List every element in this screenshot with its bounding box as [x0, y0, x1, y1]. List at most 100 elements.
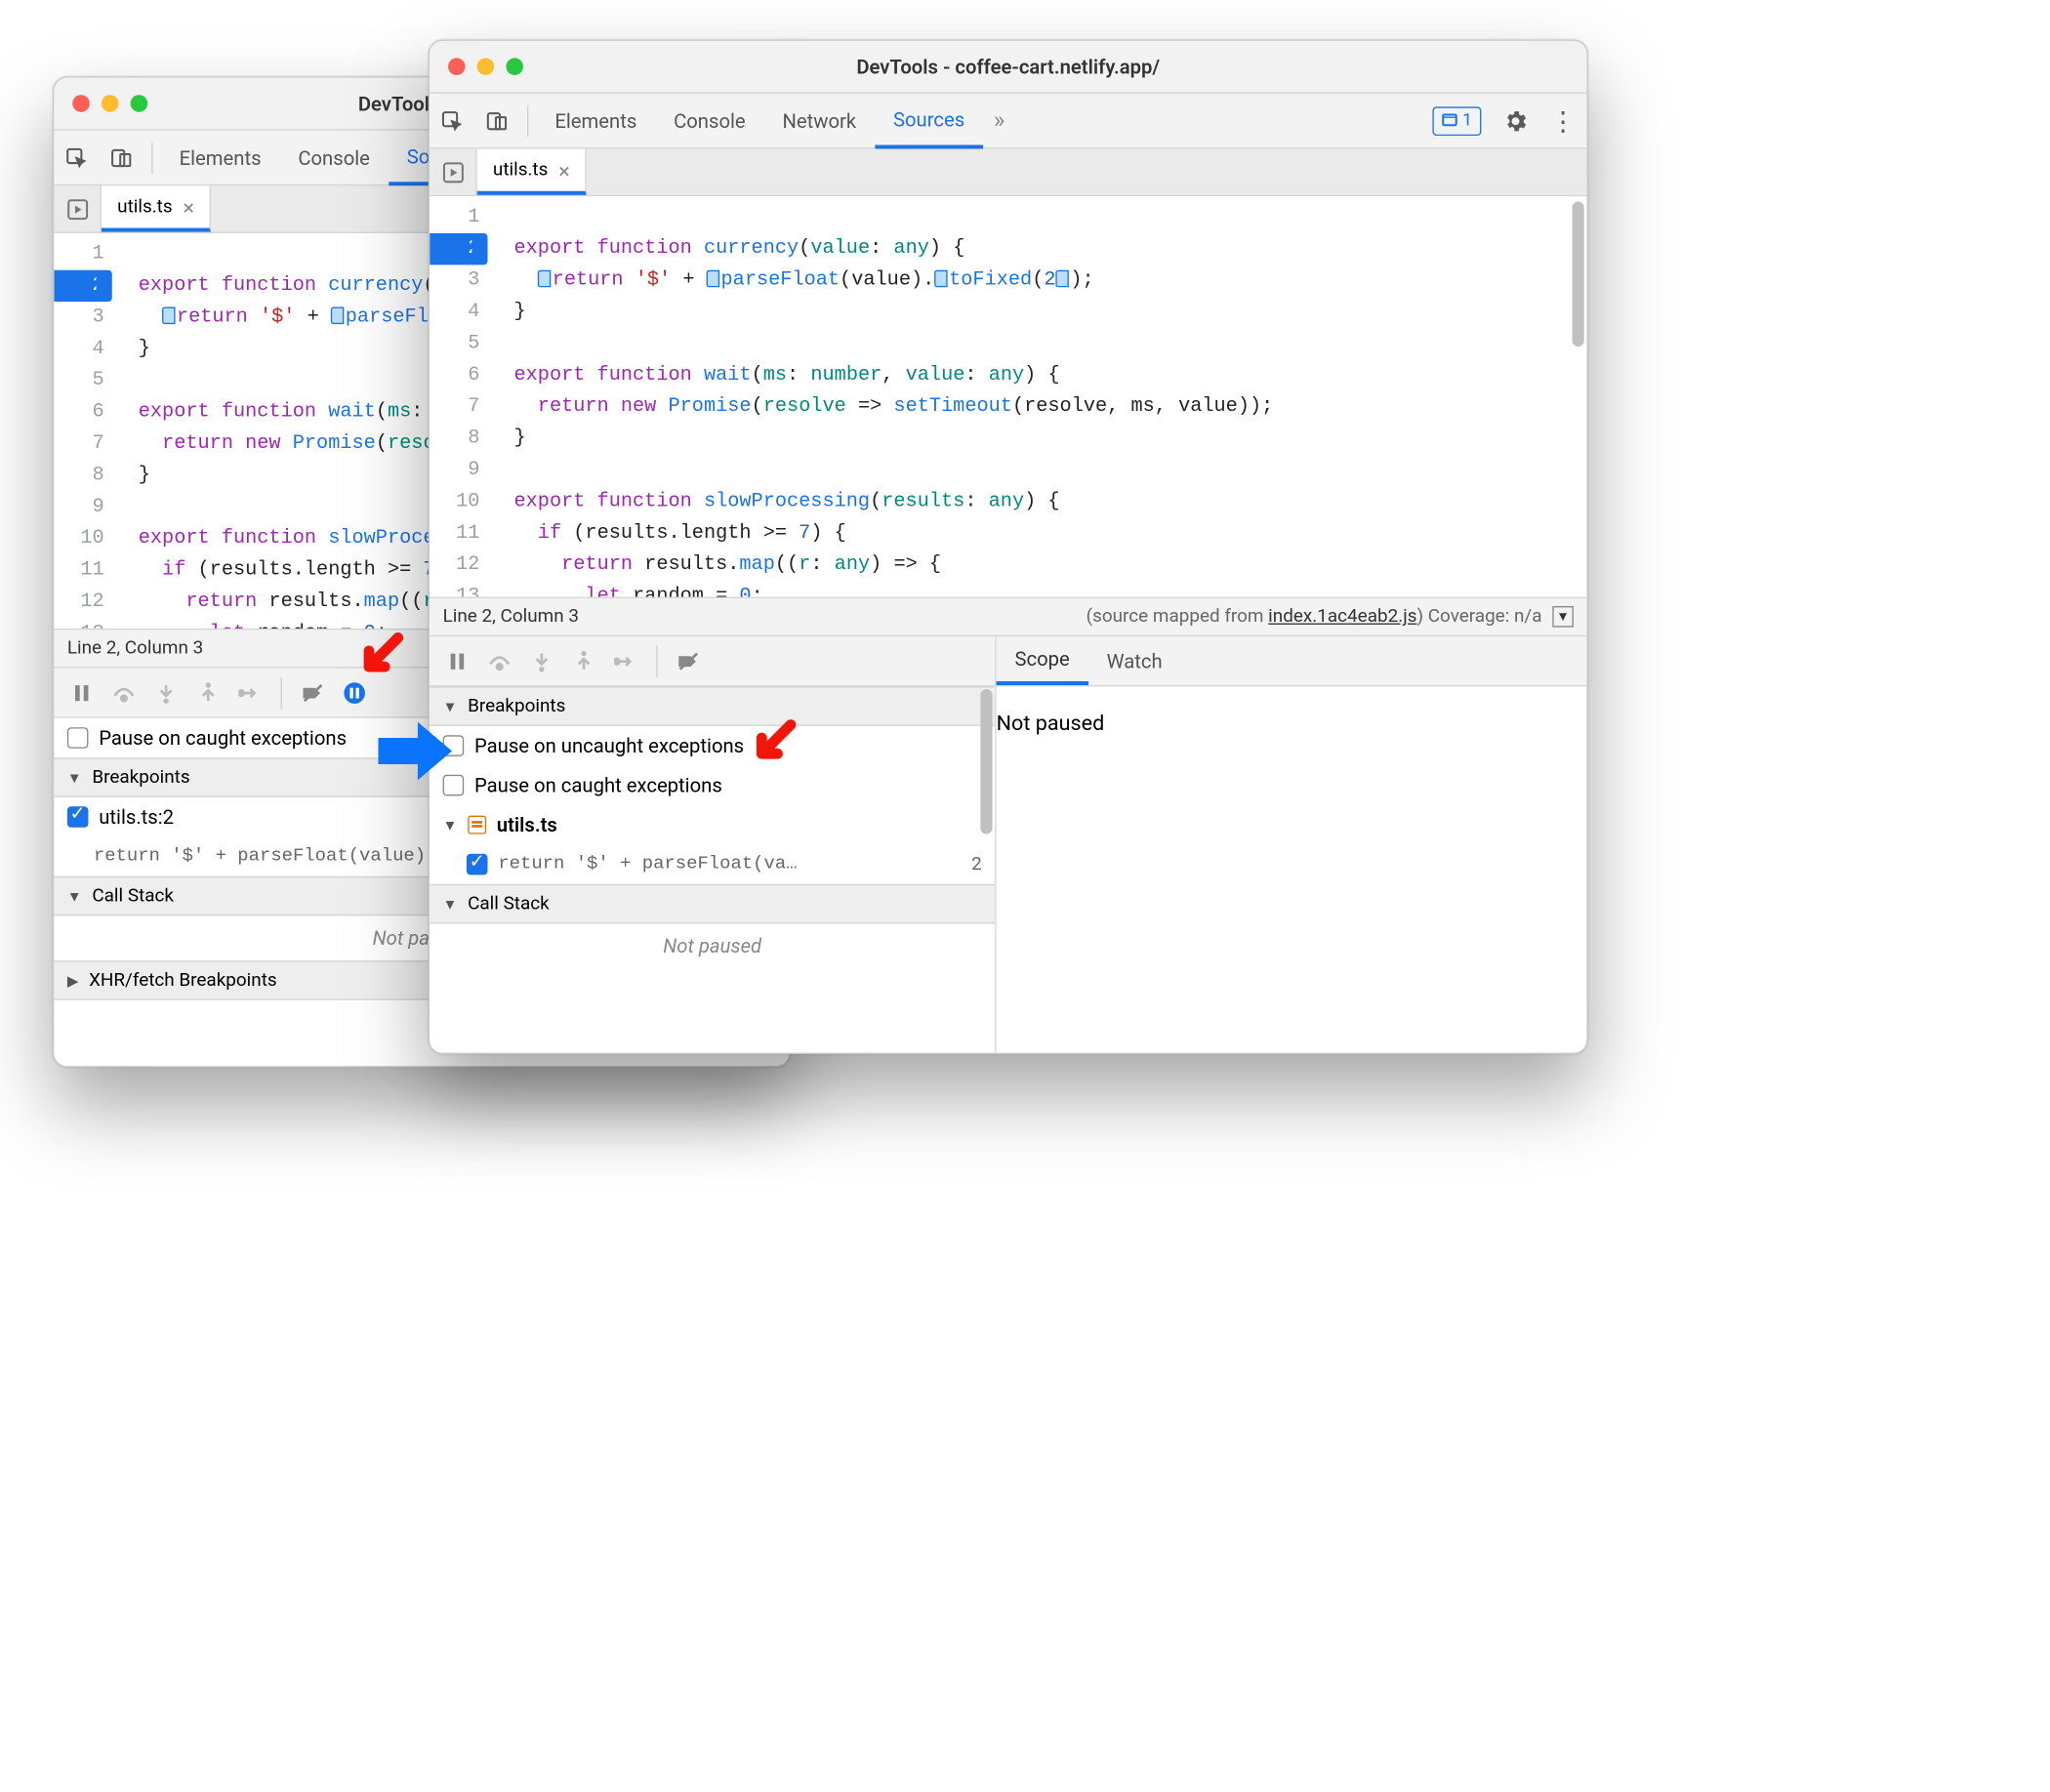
run-snippet-icon[interactable]	[430, 149, 477, 195]
window-title: DevTools - coffee-cart.netlify.app/	[430, 55, 1586, 78]
breakpoint-item[interactable]: return '$' + parseFloat(va… 2	[430, 844, 995, 884]
js-file-icon	[468, 816, 486, 835]
collapse-icon[interactable]: ▼	[1552, 606, 1574, 628]
step-over-icon[interactable]	[479, 641, 519, 681]
main-toolbar: Elements Console Network Sources » 1 ⋮	[430, 94, 1586, 149]
callstack-section-header[interactable]: ▼ Call Stack	[430, 884, 995, 924]
step-into-icon[interactable]	[522, 641, 562, 681]
debugger-toolbar	[430, 636, 995, 686]
step-out-icon[interactable]	[564, 641, 604, 681]
file-tabs: utils.ts ×	[430, 149, 1586, 197]
more-icon[interactable]: ⋮	[1539, 94, 1587, 147]
tab-console[interactable]: Console	[655, 94, 763, 147]
minimize-icon[interactable]	[102, 95, 119, 112]
debugger-left-column: ▼ Breakpoints Pause on uncaught exceptio…	[430, 636, 997, 1053]
close-tab-icon[interactable]: ×	[558, 157, 570, 183]
chevron-down-icon: ▼	[443, 816, 458, 834]
tab-sources[interactable]: Sources	[875, 94, 983, 149]
scrollbar-thumb[interactable]	[980, 689, 992, 835]
zoom-icon[interactable]	[131, 95, 148, 112]
line-gutter[interactable]: 1 2 3 4 5 6 7 8 9 10 11 12 13	[54, 233, 111, 629]
checkbox[interactable]	[467, 854, 488, 876]
window-controls	[54, 95, 147, 112]
breakpoint-line: 2	[971, 854, 982, 876]
step-marker-icon	[707, 270, 720, 288]
chevron-down-icon: ▼	[67, 769, 82, 787]
pause-resume-icon[interactable]	[437, 641, 477, 681]
separator	[151, 142, 152, 173]
file-tab-utils[interactable]: utils.ts ×	[477, 149, 588, 195]
pause-resume-icon[interactable]	[62, 672, 102, 713]
sourcemap-info: (source mapped from index.1ac4eab2.js) C…	[1086, 606, 1542, 628]
breakpoint-file-row[interactable]: ▼ utils.ts	[430, 805, 995, 845]
tab-watch[interactable]: Watch	[1088, 636, 1181, 685]
tab-elements[interactable]: Elements	[536, 94, 655, 147]
step-marker-icon	[934, 270, 948, 288]
debugger-panel: ▼ Breakpoints Pause on uncaught exceptio…	[430, 686, 995, 1052]
breakpoints-section-header[interactable]: ▼ Breakpoints	[430, 686, 995, 726]
step-marker-icon	[538, 270, 552, 288]
pause-caught-label: Pause on caught exceptions	[99, 726, 347, 750]
pause-caught-label: Pause on caught exceptions	[474, 773, 722, 796]
close-icon[interactable]	[448, 58, 466, 75]
deactivate-breakpoints-icon[interactable]	[668, 641, 708, 681]
inspect-icon[interactable]	[430, 94, 474, 147]
not-paused-label: Not paused	[430, 923, 995, 968]
step-over-icon[interactable]	[104, 672, 144, 713]
separator	[527, 104, 528, 136]
run-snippet-icon[interactable]	[54, 185, 102, 231]
breakpoint-location: utils.ts:2	[99, 805, 174, 829]
device-toggle-icon[interactable]	[474, 94, 519, 147]
annotation-red-arrow-icon	[752, 719, 797, 764]
cursor-position: Line 2, Column 3	[67, 637, 203, 659]
editor-statusbar: Line 2, Column 3 (source mapped from ind…	[430, 597, 1586, 637]
step-icon[interactable]	[230, 672, 270, 713]
file-tab-utils[interactable]: utils.ts ×	[102, 185, 212, 231]
sourcemap-link[interactable]: index.1ac4eab2.js	[1268, 606, 1416, 628]
debugger-split: ▼ Breakpoints Pause on uncaught exceptio…	[430, 636, 1586, 1053]
device-toggle-icon[interactable]	[99, 131, 144, 184]
checkbox[interactable]	[67, 727, 89, 749]
deactivate-breakpoints-icon[interactable]	[293, 672, 333, 713]
step-icon[interactable]	[606, 641, 646, 681]
pause-caught-row[interactable]: Pause on caught exceptions	[430, 765, 995, 805]
breakpoint-file-label: utils.ts	[497, 813, 557, 836]
inspect-icon[interactable]	[54, 131, 99, 184]
pause-on-exceptions-icon[interactable]	[335, 672, 375, 713]
zoom-icon[interactable]	[506, 58, 523, 75]
tab-scope[interactable]: Scope	[997, 636, 1088, 685]
close-icon[interactable]	[72, 95, 90, 112]
annotation-blue-arrow-icon	[378, 719, 452, 783]
code-editor[interactable]: 1 2 3 4 5 6 7 8 9 10 11 12 13 export fun…	[430, 196, 1586, 596]
tab-console[interactable]: Console	[279, 131, 388, 184]
chevron-down-icon: ▼	[443, 895, 458, 913]
tab-elements[interactable]: Elements	[161, 131, 280, 184]
pause-uncaught-label: Pause on uncaught exceptions	[474, 734, 744, 757]
titlebar[interactable]: DevTools - coffee-cart.netlify.app/	[430, 41, 1586, 94]
breakpoint-marker[interactable]: 2	[430, 233, 487, 265]
debugger-right-column: Scope Watch Not paused	[997, 636, 1587, 1053]
close-tab-icon[interactable]: ×	[183, 194, 194, 220]
scope-watch-tabs: Scope Watch	[997, 636, 1587, 686]
pause-uncaught-row[interactable]: Pause on uncaught exceptions	[430, 726, 995, 766]
code-content[interactable]: export function currency(value: any) { r…	[488, 196, 1587, 596]
line-gutter[interactable]: 1 2 3 4 5 6 7 8 9 10 11 12 13	[430, 196, 487, 596]
file-tab-label: utils.ts	[117, 196, 172, 218]
chevron-down-icon: ▼	[443, 698, 458, 715]
checkbox[interactable]	[67, 806, 89, 828]
step-out-icon[interactable]	[188, 672, 228, 713]
scrollbar-thumb[interactable]	[1573, 202, 1584, 347]
issues-badge[interactable]: 1	[1421, 94, 1492, 147]
breakpoint-marker[interactable]: 2	[54, 270, 111, 302]
tab-network[interactable]: Network	[764, 94, 876, 147]
annotation-red-arrow-icon	[358, 632, 403, 677]
separator	[656, 645, 657, 676]
file-tab-label: utils.ts	[493, 159, 548, 181]
more-tabs-icon[interactable]: »	[983, 94, 1015, 147]
step-marker-icon	[162, 307, 176, 325]
devtools-window-after: DevTools - coffee-cart.netlify.app/ Elem…	[429, 40, 1588, 1055]
settings-icon[interactable]	[1492, 94, 1539, 147]
minimize-icon[interactable]	[477, 58, 495, 75]
step-into-icon[interactable]	[146, 672, 186, 713]
window-controls	[430, 58, 523, 75]
